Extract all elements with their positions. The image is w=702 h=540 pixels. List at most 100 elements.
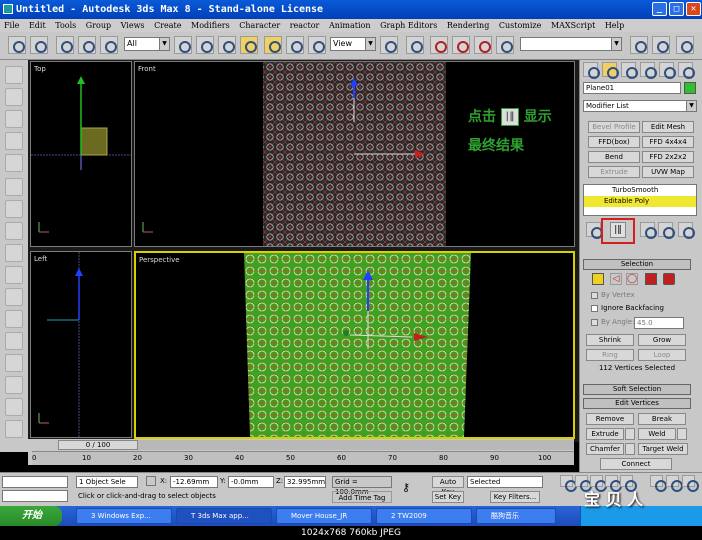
create-tube-icon[interactable] bbox=[5, 200, 23, 218]
create-biped-icon[interactable] bbox=[5, 420, 23, 438]
create-teapot-icon[interactable] bbox=[5, 266, 23, 284]
menu-character[interactable]: Character bbox=[239, 21, 280, 30]
stack-item-editable-poly[interactable]: Editable Poly bbox=[584, 196, 696, 207]
y-coordinate-field[interactable]: -0.0mm bbox=[228, 476, 274, 488]
viewport-left[interactable]: Left bbox=[30, 251, 132, 438]
taskbar-item-mover-house[interactable]: Mover House_JR bbox=[276, 508, 372, 524]
select-object-icon[interactable] bbox=[174, 36, 192, 54]
utilities-tab-icon[interactable] bbox=[678, 62, 695, 79]
create-box-icon[interactable] bbox=[5, 66, 23, 84]
selection-region-icon[interactable] bbox=[218, 36, 236, 54]
polygon-mode-icon[interactable] bbox=[645, 273, 657, 285]
maxscript-listener-white[interactable] bbox=[2, 490, 68, 502]
hierarchy-tab-icon[interactable] bbox=[621, 62, 638, 79]
connect-button[interactable]: Connect bbox=[600, 458, 672, 470]
weld-button[interactable]: Weld bbox=[638, 428, 676, 440]
ignore-backfacing-checkbox[interactable] bbox=[591, 305, 598, 312]
key-filters-button[interactable]: Key Filters... bbox=[490, 491, 540, 503]
set-key-button[interactable]: Set Key bbox=[432, 491, 464, 503]
modifier-list-dropdown[interactable]: Modifier List ▼ bbox=[583, 100, 697, 112]
menu-rendering[interactable]: Rendering bbox=[447, 21, 489, 30]
create-particles-icon[interactable] bbox=[5, 376, 23, 394]
menu-create[interactable]: Create bbox=[154, 21, 181, 30]
mod-bevel-profile-button[interactable]: Bevel Profile bbox=[588, 121, 640, 133]
mod-bend-button[interactable]: Bend bbox=[588, 151, 640, 163]
mod-ffd-box-button[interactable]: FFD(box) bbox=[588, 136, 640, 148]
motion-tab-icon[interactable] bbox=[640, 62, 657, 79]
create-light-icon[interactable] bbox=[5, 288, 23, 306]
menu-modifiers[interactable]: Modifiers bbox=[191, 21, 230, 30]
create-plane-icon[interactable] bbox=[5, 178, 23, 196]
remove-button[interactable]: Remove bbox=[586, 413, 634, 425]
snap-toggle-icon[interactable] bbox=[430, 36, 448, 54]
mod-edit-mesh-button[interactable]: Edit Mesh bbox=[642, 121, 694, 133]
menu-help[interactable]: Help bbox=[605, 21, 624, 30]
menu-maxscript[interactable]: MAXScript bbox=[551, 21, 595, 30]
create-tab-icon[interactable] bbox=[583, 62, 600, 79]
by-vertex-checkbox[interactable] bbox=[591, 292, 598, 299]
x-coordinate-field[interactable]: -12.69mm bbox=[170, 476, 218, 488]
spinner-snap-icon[interactable] bbox=[496, 36, 514, 54]
break-button[interactable]: Break bbox=[638, 413, 686, 425]
chamfer-settings-button[interactable] bbox=[625, 443, 635, 455]
create-star-icon[interactable] bbox=[5, 154, 23, 172]
viewport-perspective[interactable]: Perspective bbox=[134, 251, 575, 439]
minimize-button[interactable]: _ bbox=[652, 2, 667, 16]
auto-key-button[interactable]: Auto Key bbox=[432, 476, 464, 496]
create-sphere-icon[interactable] bbox=[5, 110, 23, 128]
weld-settings-button[interactable] bbox=[677, 428, 687, 440]
select-link-icon[interactable] bbox=[56, 36, 74, 54]
configure-modifier-sets-icon[interactable] bbox=[678, 222, 695, 239]
mod-ffd-2x2x2-button[interactable]: FFD 2x2x2 bbox=[642, 151, 694, 163]
menu-group[interactable]: Group bbox=[86, 21, 111, 30]
move-icon[interactable] bbox=[264, 36, 282, 54]
taskbar-item-tw2009[interactable]: 2 TW2009 bbox=[376, 508, 472, 524]
reference-coordinate-dropdown[interactable]: View ▼ bbox=[330, 37, 376, 51]
element-mode-icon[interactable] bbox=[663, 273, 675, 285]
menu-customize[interactable]: Customize bbox=[499, 21, 542, 30]
layer-manager-icon[interactable] bbox=[676, 36, 694, 54]
create-torus-icon[interactable] bbox=[5, 132, 23, 150]
close-button[interactable]: ✕ bbox=[686, 2, 701, 16]
shrink-button[interactable]: Shrink bbox=[586, 334, 634, 346]
create-camera-icon[interactable] bbox=[5, 310, 23, 328]
grow-button[interactable]: Grow bbox=[638, 334, 686, 346]
menu-reactor[interactable]: reactor bbox=[290, 21, 320, 30]
remove-modifier-icon[interactable] bbox=[658, 222, 675, 239]
selection-rollout-header[interactable]: Selection bbox=[583, 259, 691, 270]
edge-mode-icon[interactable]: ◁ bbox=[610, 273, 622, 285]
soft-selection-rollout[interactable]: Soft Selection bbox=[583, 384, 691, 395]
taskbar-item-3dsmax[interactable]: T 3ds Max app... bbox=[176, 508, 272, 524]
menu-views[interactable]: Views bbox=[121, 21, 145, 30]
start-button[interactable]: 开始 bbox=[0, 506, 62, 526]
add-time-tag-button[interactable]: Add Time Tag bbox=[332, 491, 392, 503]
scale-icon[interactable] bbox=[308, 36, 326, 54]
taskbar-item-kugou[interactable]: 酷狗音乐 bbox=[476, 508, 556, 524]
selection-filter-dropdown[interactable]: All ▼ bbox=[124, 37, 170, 51]
ring-button[interactable]: Ring bbox=[586, 349, 634, 361]
object-name-field[interactable]: Plane01 bbox=[583, 82, 681, 94]
pan-icon[interactable] bbox=[666, 475, 683, 492]
time-slider[interactable]: 0 / 100 bbox=[58, 440, 138, 450]
rotate-icon[interactable] bbox=[286, 36, 304, 54]
menu-animation[interactable]: Animation bbox=[329, 21, 371, 30]
menu-file[interactable]: File bbox=[4, 21, 19, 30]
key-icon[interactable]: ⚷ bbox=[402, 481, 424, 495]
menu-graph-editors[interactable]: Graph Editors bbox=[380, 21, 437, 30]
loop-button[interactable]: Loop bbox=[638, 349, 686, 361]
viewport-front[interactable]: Front 点击 |‖ 显示 最终结果 bbox=[134, 61, 575, 247]
create-helper-icon[interactable] bbox=[5, 332, 23, 350]
maximize-button[interactable]: □ bbox=[669, 2, 684, 16]
maxscript-listener-pink[interactable] bbox=[2, 476, 68, 488]
select-manipulate-icon[interactable] bbox=[406, 36, 424, 54]
border-mode-icon[interactable]: ◯ bbox=[626, 273, 638, 285]
modify-tab-icon[interactable] bbox=[602, 62, 619, 79]
edit-vertices-rollout[interactable]: Edit Vertices bbox=[583, 398, 691, 409]
go-to-start-icon[interactable] bbox=[560, 475, 577, 492]
align-icon[interactable] bbox=[652, 36, 670, 54]
track-bar[interactable]: 0 10 20 30 40 50 60 70 80 90 100 bbox=[32, 451, 574, 465]
mirror-icon[interactable] bbox=[630, 36, 648, 54]
redo-icon[interactable] bbox=[30, 36, 48, 54]
object-color-swatch[interactable] bbox=[684, 82, 696, 94]
extrude-vertex-button[interactable]: Extrude bbox=[586, 428, 624, 440]
